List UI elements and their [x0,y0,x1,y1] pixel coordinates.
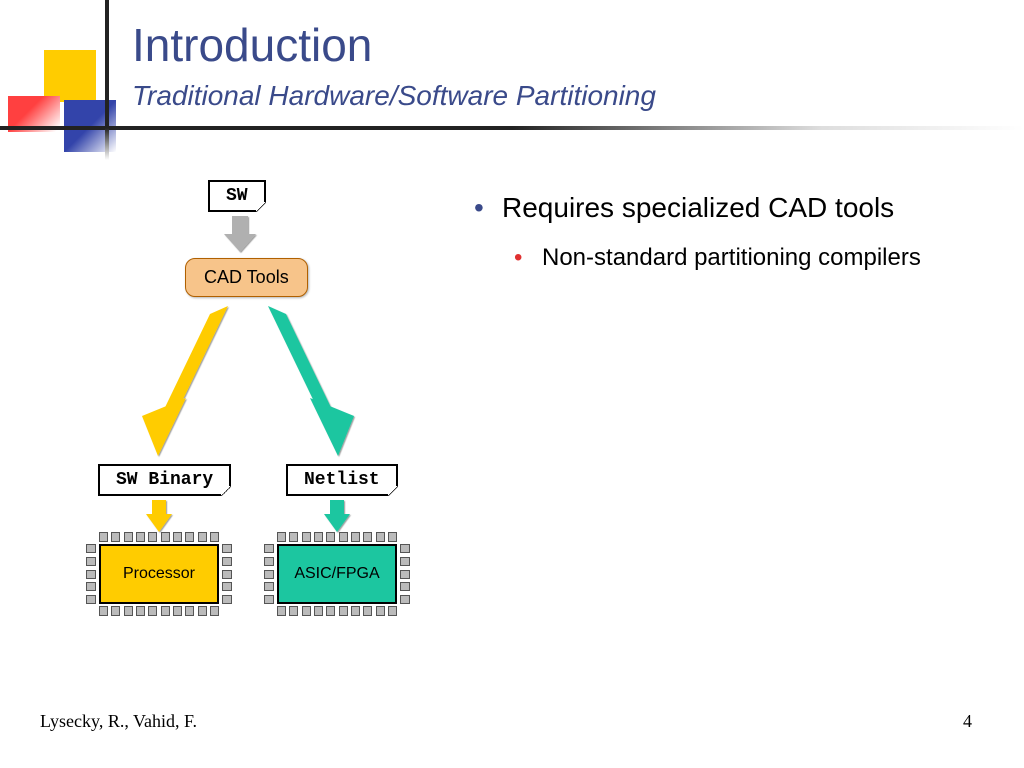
chip-pins-left [264,544,274,604]
flow-diagram: SW CAD Tools SW Binary Netlist Processor… [60,176,440,636]
chip-asic-fpga-label: ASIC/FPGA [277,544,397,604]
node-cad-tools: CAD Tools [185,258,308,297]
chip-pins-right [222,544,232,604]
footer-page-number: 4 [963,711,972,732]
slide: Introduction Traditional Hardware/Softwa… [0,0,1024,768]
bullet-level1: Requires specialized CAD tools [474,190,974,225]
arrow-diagonal-teal-icon [268,306,354,456]
node-sw-binary: SW Binary [98,464,231,496]
arrow-down-teal-icon [324,500,350,532]
chip-pins-right [400,544,410,604]
arrow-down-yellow-icon [146,500,172,532]
footer-authors: Lysecky, R., Vahid, F. [40,711,197,732]
chip-pins-left [86,544,96,604]
chip-processor-label: Processor [99,544,219,604]
bullet-list: Requires specialized CAD tools Non-stand… [474,190,974,273]
slide-subtitle: Traditional Hardware/Software Partitioni… [132,80,656,112]
slide-title: Introduction [132,18,656,72]
chip-pins-top [277,532,397,542]
chip-pins-bottom [277,606,397,616]
arrow-diagonal-yellow-icon [142,306,228,456]
header-horizontal-rule [0,126,1024,130]
chip-processor: Processor [84,532,234,616]
chip-asic-fpga: ASIC/FPGA [262,532,412,616]
node-sw: SW [208,180,266,212]
header-vertical-rule [105,0,109,160]
header: Introduction Traditional Hardware/Softwa… [132,18,656,112]
chip-pins-top [99,532,219,542]
node-netlist: Netlist [286,464,398,496]
bullet-level2: Non-standard partitioning compilers [514,243,974,273]
arrow-down-gray-icon [224,216,256,252]
chip-pins-bottom [99,606,219,616]
decor-yellow-square [44,50,96,102]
